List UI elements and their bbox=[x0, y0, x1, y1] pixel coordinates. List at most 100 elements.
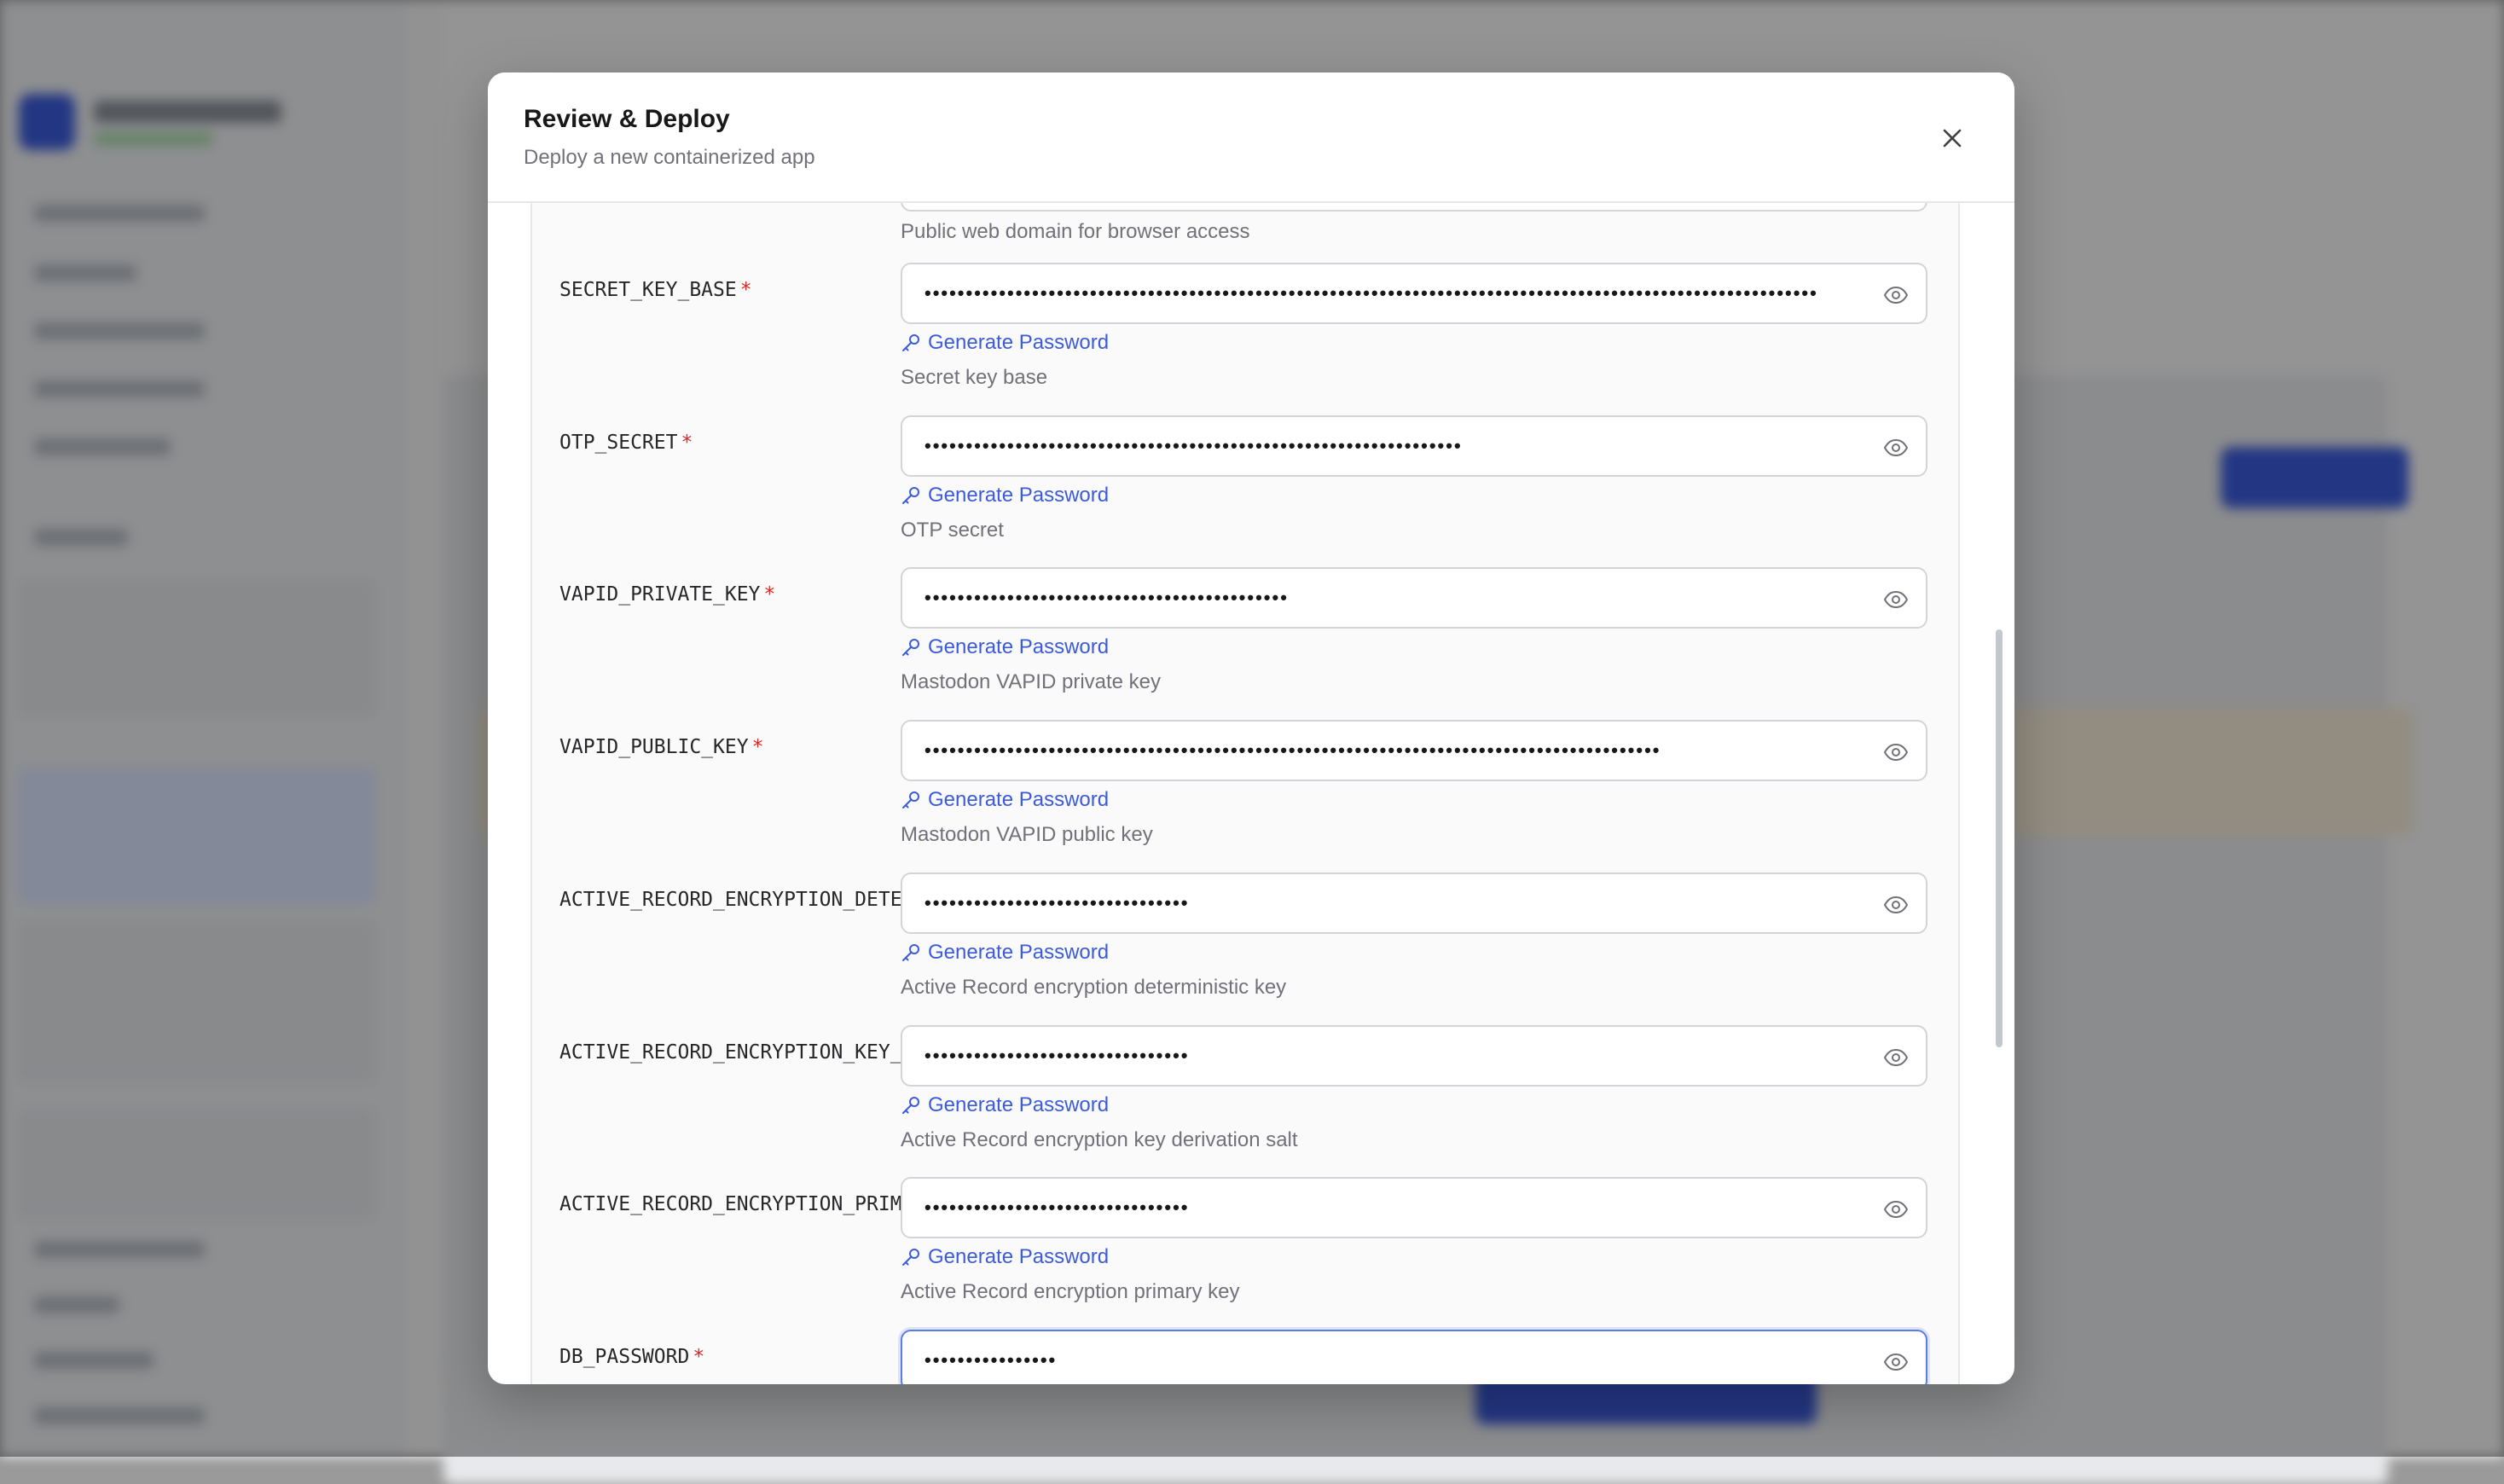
modal-title: Review & Deploy bbox=[524, 105, 730, 133]
masked-value[interactable]: ••••••••••••••••••••••••••••••••••••••••… bbox=[902, 569, 1926, 627]
eye-icon bbox=[1883, 744, 1909, 762]
show-password-toggle[interactable] bbox=[1883, 435, 1909, 460]
generate-password-link[interactable]: Generate Password bbox=[901, 1245, 1109, 1269]
modal-subtitle: Deploy a new containerized app bbox=[524, 146, 815, 169]
generate-password-label: Generate Password bbox=[928, 1245, 1110, 1269]
required-indicator: * bbox=[751, 736, 764, 759]
field-label-text: VAPID_PRIVATE_KEY bbox=[559, 583, 761, 606]
generate-password-label: Generate Password bbox=[928, 940, 1110, 964]
generate-password-label: Generate Password bbox=[928, 483, 1110, 507]
close-button[interactable] bbox=[1933, 119, 1972, 158]
generate-password-link[interactable]: Generate Password bbox=[901, 1093, 1109, 1117]
required-indicator: * bbox=[681, 431, 693, 454]
field-label: OTP_SECRET * bbox=[559, 432, 901, 454]
field-help: OTP secret bbox=[901, 518, 1004, 542]
field-row-vapid-private-key: VAPID_PRIVATE_KEY * •••••••••••••••••••••… bbox=[532, 567, 1958, 719]
field-label-text: ACTIVE_RECORD_ENCRYPTION_DETERMINISTIC_K… bbox=[559, 888, 901, 911]
modal-header: Review & Deploy Deploy a new containeriz… bbox=[488, 72, 2014, 203]
password-input[interactable]: •••••••••••••••••••••••••••••••• bbox=[901, 1177, 1927, 1239]
masked-value[interactable]: ••••••••••••••••••••••••••••••••••••••••… bbox=[902, 722, 1926, 780]
key-icon bbox=[902, 639, 919, 657]
password-input[interactable]: •••••••••••••••••••••••••••••••• bbox=[901, 872, 1927, 934]
field-label: VAPID_PUBLIC_KEY * bbox=[559, 736, 901, 758]
masked-value[interactable]: •••••••••••••••••••••••••••••••• bbox=[902, 874, 1926, 932]
key-icon bbox=[902, 1249, 919, 1267]
field-help: Active Record encryption key derivation … bbox=[901, 1127, 1298, 1151]
field-label-text: ACTIVE_RECORD_ENCRYPTION_KEY_DERIVATION_… bbox=[559, 1041, 901, 1064]
show-password-toggle[interactable] bbox=[1883, 1045, 1909, 1070]
field-row-db-password: DB_PASSWORD* •••••••••••••••• Generate P… bbox=[532, 1329, 1958, 1384]
field-row-vapid-public-key: VAPID_PUBLIC_KEY * ••••••••••••••••••••••… bbox=[532, 720, 1958, 872]
required-indicator: * bbox=[693, 1345, 705, 1368]
key-icon bbox=[902, 486, 919, 504]
show-password-toggle[interactable] bbox=[1883, 588, 1909, 612]
field-label: VAPID_PRIVATE_KEY * bbox=[559, 583, 901, 606]
field-help: Mastodon VAPID private key bbox=[901, 670, 1162, 694]
show-password-toggle[interactable] bbox=[1883, 892, 1909, 917]
show-password-toggle[interactable] bbox=[1883, 1197, 1909, 1222]
key-icon bbox=[902, 791, 919, 809]
password-input[interactable]: •••••••••••••••• bbox=[901, 1329, 1927, 1384]
field-label-text: SECRET_KEY_BASE bbox=[559, 279, 737, 301]
generate-password-link[interactable]: Generate Password bbox=[901, 635, 1109, 659]
field-label: ACTIVE_RECORD_ENCRYPTION_DETERMINISTIC_K… bbox=[559, 889, 901, 911]
field-row-active-record-encryption-primary-key: ACTIVE_RECORD_ENCRYPTION_PRIMARY_KEY •••… bbox=[532, 1177, 1958, 1329]
field-label: ACTIVE_RECORD_ENCRYPTION_KEY_DERIVATION_… bbox=[559, 1041, 901, 1064]
generate-password-link[interactable]: Generate Password bbox=[901, 484, 1109, 507]
eye-icon bbox=[1883, 438, 1909, 456]
field-help: Public web domain for browser access bbox=[901, 220, 1250, 243]
eye-icon bbox=[1883, 591, 1909, 609]
close-icon bbox=[1943, 129, 1962, 148]
masked-value[interactable]: •••••••••••••••• bbox=[902, 1331, 1926, 1384]
field-label-text: OTP_SECRET bbox=[559, 431, 678, 454]
key-icon bbox=[902, 334, 919, 351]
generate-password-label: Generate Password bbox=[928, 788, 1110, 812]
masked-value[interactable]: ••••••••••••••••••••••••••••••••••••••••… bbox=[902, 417, 1926, 475]
password-input[interactable]: ••••••••••••••••••••••••••••••••••••••••… bbox=[901, 414, 1927, 477]
required-indicator: * bbox=[739, 279, 752, 301]
eye-icon bbox=[1883, 1201, 1909, 1219]
required-indicator: * bbox=[763, 583, 776, 606]
eye-icon bbox=[1883, 286, 1909, 304]
show-password-toggle[interactable] bbox=[1883, 1349, 1909, 1374]
eye-icon bbox=[1883, 1048, 1909, 1066]
field-row-active-record-encryption-key-derivation-salt: ACTIVE_RECORD_ENCRYPTION_KEY_DERIVATION_… bbox=[532, 1024, 1958, 1177]
password-input[interactable]: ••••••••••••••••••••••••••••••••••••••••… bbox=[901, 720, 1927, 782]
field-row-secret-key-base: SECRET_KEY_BASE * •••••••••••••••••••••••… bbox=[532, 263, 1958, 414]
modal-body[interactable]: Public web domain for browser access SEC… bbox=[488, 201, 2014, 1384]
key-icon bbox=[902, 943, 919, 961]
generate-password-link[interactable]: Generate Password bbox=[901, 941, 1109, 965]
password-input[interactable]: •••••••••••••••••••••••••••••••• bbox=[901, 1024, 1927, 1087]
masked-value[interactable]: •••••••••••••••••••••••••••••••• bbox=[902, 1027, 1926, 1085]
field-label-text: DB_PASSWORD bbox=[559, 1345, 690, 1368]
generate-password-link[interactable]: Generate Password bbox=[901, 331, 1109, 355]
field-label-text: VAPID_PUBLIC_KEY bbox=[559, 736, 749, 759]
field-row-domain: Public web domain for browser access bbox=[532, 201, 1958, 270]
field-label: ACTIVE_RECORD_ENCRYPTION_PRIMARY_KEY bbox=[559, 1193, 901, 1215]
show-password-toggle[interactable] bbox=[1883, 740, 1909, 765]
field-help: Secret key base bbox=[901, 366, 1048, 389]
password-input[interactable]: ••••••••••••••••••••••••••••••••••••••••… bbox=[901, 567, 1927, 629]
field-help: Active Record encryption primary key bbox=[901, 1280, 1240, 1304]
review-deploy-modal: Review & Deploy Deploy a new containeriz… bbox=[488, 72, 2014, 1384]
generate-password-label: Generate Password bbox=[928, 331, 1110, 354]
eye-icon bbox=[1883, 1353, 1909, 1371]
masked-value[interactable]: •••••••••••••••••••••••••••••••• bbox=[902, 1179, 1926, 1237]
field-label-text: ACTIVE_RECORD_ENCRYPTION_PRIMARY_KEY bbox=[559, 1193, 901, 1216]
show-password-toggle[interactable] bbox=[1883, 283, 1909, 307]
generate-password-label: Generate Password bbox=[928, 635, 1110, 659]
field-help: Active Record encryption deterministic k… bbox=[901, 975, 1287, 999]
env-vars-panel: Public web domain for browser access SEC… bbox=[530, 201, 1960, 1384]
field-label: DB_PASSWORD * bbox=[559, 1346, 901, 1368]
eye-icon bbox=[1883, 896, 1909, 913]
scrollbar-thumb[interactable] bbox=[1996, 629, 2003, 1047]
password-input[interactable]: ••••••••••••••••••••••••••••••••••••••••… bbox=[901, 263, 1927, 324]
generate-password-label: Generate Password bbox=[928, 1093, 1110, 1116]
field-row-active-record-encryption-deterministic-key: ACTIVE_RECORD_ENCRYPTION_DETERMINISTIC_K… bbox=[532, 872, 1958, 1024]
masked-value[interactable]: ••••••••••••••••••••••••••••••••••••••••… bbox=[902, 264, 1926, 322]
generate-password-link[interactable]: Generate Password bbox=[901, 788, 1109, 812]
key-icon bbox=[902, 1096, 919, 1114]
field-row-otp-secret: OTP_SECRET * ••••••••••••••••••••••••••••… bbox=[532, 414, 1958, 567]
field-help: Mastodon VAPID public key bbox=[901, 823, 1153, 847]
field-label: SECRET_KEY_BASE * bbox=[559, 279, 901, 301]
